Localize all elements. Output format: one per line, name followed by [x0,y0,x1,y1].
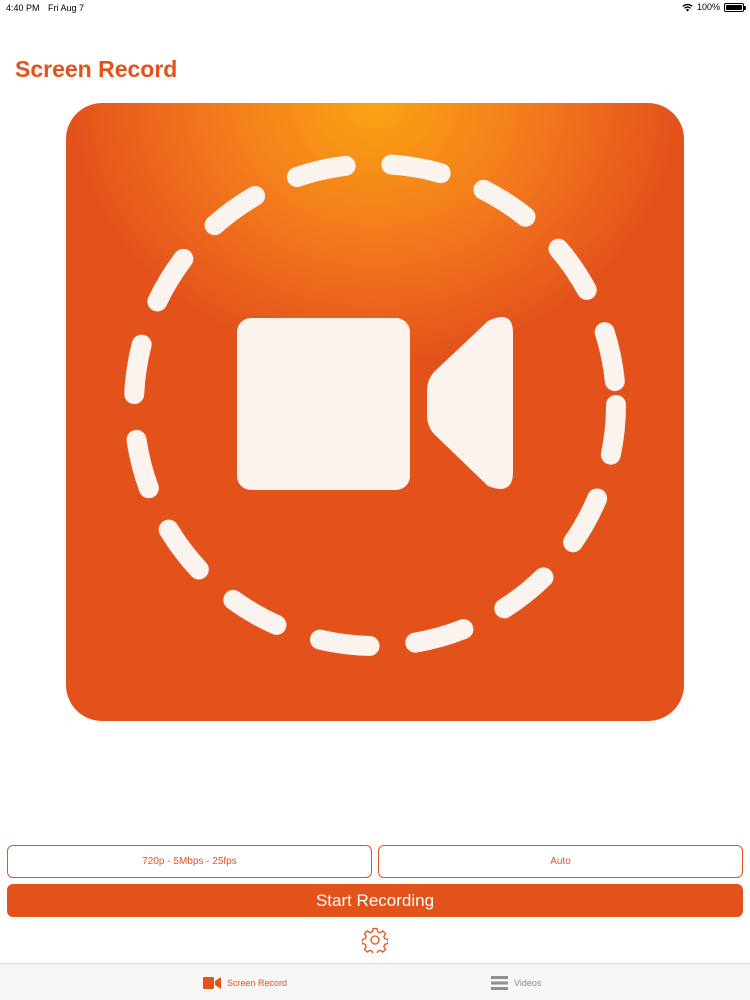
start-recording-label: Start Recording [315,890,435,910]
record-graphic [124,154,626,656]
page-title: Screen Record [15,56,178,82]
quality-selector-button[interactable]: 720p - 5Mbps - 25fps [7,845,372,878]
gear-icon[interactable] [362,927,388,953]
status-date: Fri Aug 7 [48,3,85,13]
mode-selector-button[interactable]: Auto [378,845,743,878]
video-camera-icon [237,317,513,490]
tab-screen-record[interactable]: Screen Record [203,964,287,1000]
quality-label: 720p - 5Mbps - 25fps [142,856,237,867]
tab-screen-record-label: Screen Record [227,977,288,988]
mode-label: Auto [550,856,571,867]
status-bar: 4:40 PM Fri Aug 7 100% [0,0,750,16]
tab-videos[interactable]: Videos [491,964,541,1000]
list-icon [491,975,508,990]
recording-settings: 720p - 5Mbps - 25fps Auto [7,845,743,878]
wifi-icon [682,3,693,11]
status-time: 4:40 PM [6,3,40,13]
video-camera-icon [203,976,221,989]
battery-percent: 100% [696,2,720,12]
tab-videos-label: Videos [514,977,542,988]
battery-icon [724,2,746,12]
start-recording-button[interactable]: Start Recording [7,884,743,917]
record-hero-tile [66,103,684,721]
battery-level [726,4,742,10]
tab-bar: Screen Record Videos [0,963,750,1000]
screen-record-page: 4:40 PM Fri Aug 7 100% Screen Record 720… [0,0,750,1000]
status-indicators: 100% [682,2,746,12]
